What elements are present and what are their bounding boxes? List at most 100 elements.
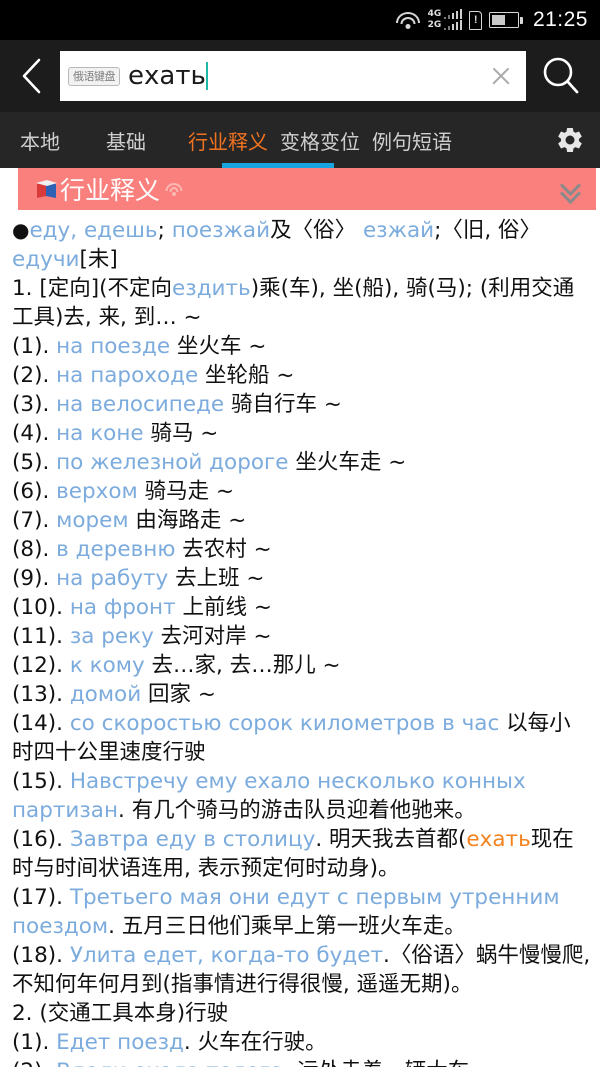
- example-russian: Улита едет, когда-то будет: [69, 943, 384, 969]
- signal-4g-label: 4G: [427, 9, 442, 19]
- example-russian: Едет поезд: [56, 1030, 184, 1056]
- battery-icon: [489, 12, 523, 28]
- example-chinese: 骑马 ~: [143, 421, 219, 447]
- example-chinese: 骑自行车 ~: [224, 392, 342, 418]
- example-chinese: 坐火车走 ~: [288, 450, 407, 476]
- search-button[interactable]: [530, 48, 592, 104]
- example-number: (3).: [12, 392, 57, 418]
- example-number: (16).: [12, 827, 70, 853]
- back-button[interactable]: [8, 48, 56, 104]
- list-item: (18). Улита едет, когда-то будет.〈俗语〉蜗牛慢…: [12, 941, 592, 999]
- search-icon: [543, 57, 579, 94]
- example-chinese: 回家 ~: [141, 682, 216, 708]
- list-item: (6). верхом 骑马走 ~: [12, 477, 592, 506]
- sense-1: 1. [定向](不定向ездить)乘(车), 坐(船), 骑(马); (利用交…: [12, 274, 592, 332]
- list-item: (1). на поезде 坐火车 ~: [12, 332, 592, 361]
- headword-form-colloquial: езжай: [362, 218, 435, 243]
- example-chinese: 坐轮船 ~: [198, 363, 295, 389]
- example-russian: домой: [69, 682, 142, 708]
- tab-basic[interactable]: 基础: [100, 112, 152, 168]
- example-russian: верхом: [56, 479, 138, 505]
- example-number: (6).: [12, 479, 57, 505]
- example-russian: на коне: [56, 421, 144, 447]
- example-russian: Вдали ехала телега: [56, 1059, 283, 1067]
- tab-industry-definition[interactable]: 行业释义: [182, 112, 274, 168]
- sense-2-number: 2.: [12, 1001, 40, 1027]
- example-chinese: 去上班 ~: [168, 566, 265, 592]
- example-chinese: . 有几个骑马的游击队员迎着他驰来。: [118, 798, 476, 824]
- headword-sep-1: ;: [157, 218, 172, 243]
- headword-note-colloquial: 及〈俗〉: [270, 218, 357, 243]
- settings-button[interactable]: [546, 112, 594, 168]
- example-russian: на поезде: [56, 334, 171, 360]
- example-number: (2).: [12, 1059, 56, 1067]
- signal-2g-label: 2G: [427, 20, 442, 30]
- list-item: (3). на велосипеде 骑自行车 ~: [12, 390, 592, 419]
- example-russian: морем: [56, 508, 129, 534]
- section-header-industry-definition[interactable]: 行业释义: [18, 168, 596, 210]
- example-chinese: . 明天我去首都(: [315, 827, 467, 853]
- example-chinese: 由海路走 ~: [128, 508, 247, 534]
- search-query-wrapper[interactable]: ехать: [128, 61, 478, 91]
- sense-1-text-a: [定向](不定向: [39, 276, 173, 302]
- example-chinese: 坐火车 ~: [170, 334, 267, 360]
- headword-forms-a: еду, едешь: [29, 218, 158, 243]
- tab-local[interactable]: 本地: [14, 112, 66, 168]
- headword-form-imperative: поезжай: [171, 218, 271, 243]
- cellular-signal-indicator: 4G 2G: [427, 9, 463, 30]
- example-number: (15).: [12, 769, 70, 795]
- example-number: (1).: [12, 334, 57, 360]
- sense-1-number: 1.: [12, 276, 40, 302]
- tab-declension[interactable]: 变格变位: [274, 112, 366, 168]
- list-item: (2). Вдали ехала телега. 远处走着一辆大车。: [12, 1057, 592, 1067]
- tab-examples[interactable]: 例句短语: [366, 112, 458, 168]
- list-item: (8). в деревню 去农村 ~: [12, 535, 592, 564]
- list-item: (17). Третьего мая они едут с первым утр…: [12, 883, 592, 941]
- example-number: (9).: [12, 566, 57, 592]
- example-russian: на рабуту: [56, 566, 169, 592]
- list-item: (13). домой 回家 ~: [12, 680, 592, 709]
- example-chinese: 骑马走 ~: [137, 479, 234, 505]
- example-russian: по железной дороге: [56, 450, 289, 476]
- example-russian: на пароходе: [56, 363, 199, 389]
- sense-2: 2. (交通工具本身)行驶: [12, 999, 592, 1028]
- back-chevron-icon: [22, 58, 41, 94]
- list-item: (11). за реку 去河对岸 ~: [12, 622, 592, 651]
- example-russian: со скоростью сорок километров в час: [69, 711, 500, 737]
- example-number: (13).: [12, 682, 70, 708]
- status-bar: 4G 2G ! 21:25: [0, 0, 600, 40]
- example-number: (12).: [12, 653, 70, 679]
- example-chinese: 去农村 ~: [175, 537, 272, 563]
- text-caret: [205, 62, 209, 90]
- example-number: (11).: [12, 624, 70, 650]
- highlighted-headword: ехать: [466, 827, 531, 853]
- headword-gerund: едучи: [12, 247, 80, 273]
- status-bar-clock: 21:25: [532, 8, 588, 31]
- close-icon[interactable]: [486, 61, 516, 91]
- tab-bar: 本地 基础 行业释义 变格变位 例句短语: [0, 112, 600, 168]
- example-chinese: 去河对岸 ~: [153, 624, 272, 650]
- list-item: (4). на коне 骑马 ~: [12, 419, 592, 448]
- search-query-text: ехать: [128, 61, 206, 91]
- definition-content: ●еду, едешь; поезжай及〈俗〉 езжай;〈旧, 俗〉 ед…: [0, 210, 600, 1067]
- example-chinese: 去…家, 去…那儿 ~: [144, 653, 341, 679]
- bullet-icon: ●: [12, 218, 30, 242]
- headword-line: ●еду, едешь; поезжай及〈俗〉 езжай;〈旧, 俗〉 ед…: [12, 216, 592, 274]
- headword-aspect-tag: [未]: [79, 247, 118, 273]
- example-number: (18).: [12, 943, 70, 969]
- double-chevron-down-icon[interactable]: [559, 174, 582, 204]
- example-chinese: . 火车在行驶。: [183, 1030, 327, 1056]
- headword-note-old: ;〈旧, 俗〉: [434, 218, 542, 243]
- example-number: (5).: [12, 450, 57, 476]
- gear-icon: [558, 127, 582, 153]
- russian-keyboard-badge[interactable]: 俄语键盘: [68, 66, 120, 86]
- example-number: (10).: [12, 595, 70, 621]
- list-item: (7). морем 由海路走 ~: [12, 506, 592, 535]
- example-number: (1).: [12, 1030, 57, 1056]
- example-number: (4).: [12, 421, 57, 447]
- example-russian: на фронт: [69, 595, 176, 621]
- example-chinese: . 五月三日他们乘早上第一班火车走。: [108, 914, 466, 940]
- example-chinese: 上前线 ~: [175, 595, 272, 621]
- list-item: (2). на пароходе 坐轮船 ~: [12, 361, 592, 390]
- search-input[interactable]: 俄语键盘 ехать: [60, 51, 526, 101]
